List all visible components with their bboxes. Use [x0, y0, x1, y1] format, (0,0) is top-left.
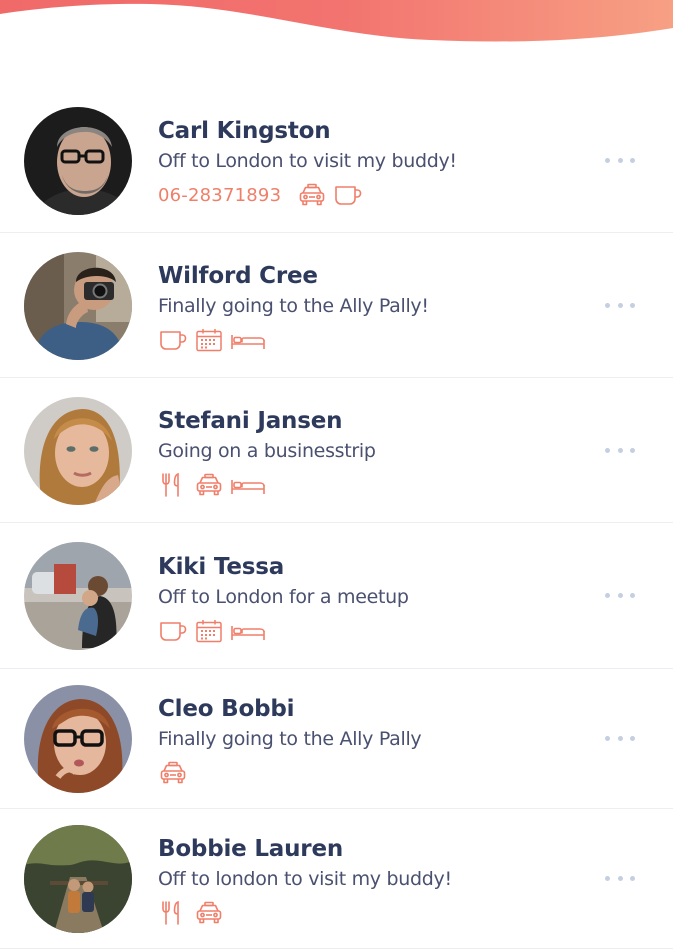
avatar — [24, 825, 132, 933]
contact-status: Off to London to visit my buddy! — [158, 150, 457, 172]
contact-row[interactable]: Kiki Tessa Off to London for a meetup — [0, 523, 673, 669]
more-options-icon[interactable] — [605, 591, 635, 601]
contact-row[interactable]: Wilford Cree Finally going to the Ally Pa… — [0, 233, 673, 378]
bed-icon — [230, 327, 266, 353]
contact-status: Finally going to the Ally Pally — [158, 728, 422, 750]
fork-knife-icon — [158, 900, 188, 926]
contact-status: Going on a businesstrip — [158, 440, 376, 462]
avatar — [24, 251, 132, 360]
phone-number[interactable]: 06-28371893 — [158, 185, 281, 206]
contact-info: Kiki Tessa Off to London for a meetup — [158, 554, 593, 644]
contact-info: Stefani Jansen Going on a businesstrip — [158, 408, 593, 498]
avatar — [24, 685, 132, 793]
taxi-icon — [194, 900, 224, 926]
more-options-icon[interactable] — [605, 734, 635, 744]
contact-row[interactable]: Carl Kingston Off to London to visit my b… — [0, 88, 673, 233]
contact-status: Finally going to the Ally Pally! — [158, 295, 429, 317]
coffee-cup-icon — [158, 618, 188, 644]
contact-name: Stefani Jansen — [158, 408, 343, 434]
header-wave-banner — [0, 0, 673, 42]
contact-info: Wilford Cree Finally going to the Ally Pa… — [158, 263, 593, 353]
taxi-icon — [297, 182, 327, 208]
bed-icon — [230, 618, 266, 644]
contact-list: Carl Kingston Off to London to visit my b… — [0, 88, 673, 949]
more-options-icon[interactable] — [605, 300, 635, 310]
more-options-icon[interactable] — [605, 155, 635, 165]
contact-status: Off to london to visit my buddy! — [158, 868, 452, 890]
avatar — [24, 106, 132, 215]
contact-name: Cleo Bobbi — [158, 696, 295, 722]
bed-icon — [230, 472, 266, 498]
contact-row[interactable]: Bobbie Lauren Off to london to visit my b… — [0, 809, 673, 949]
contact-info: Carl Kingston Off to London to visit my b… — [158, 118, 593, 208]
coffee-cup-icon — [158, 327, 188, 353]
contact-meta — [158, 327, 593, 353]
contact-row[interactable]: Cleo Bobbi Finally going to the Ally Pall… — [0, 669, 673, 809]
avatar — [24, 542, 132, 650]
contact-meta — [158, 618, 593, 644]
contact-info: Bobbie Lauren Off to london to visit my b… — [158, 836, 593, 926]
calendar-icon — [194, 327, 224, 353]
fork-knife-icon — [158, 472, 188, 498]
taxi-icon — [194, 472, 224, 498]
contact-meta — [158, 760, 593, 786]
calendar-icon — [194, 618, 224, 644]
contact-status: Off to London for a meetup — [158, 586, 409, 608]
coffee-cup-icon — [333, 182, 363, 208]
contact-meta: 06-28371893 — [158, 182, 593, 208]
taxi-icon — [158, 760, 188, 786]
contact-name: Kiki Tessa — [158, 554, 285, 580]
contact-name: Bobbie Lauren — [158, 836, 344, 862]
avatar — [24, 396, 132, 505]
contact-name: Carl Kingston — [158, 118, 331, 144]
contact-name: Wilford Cree — [158, 263, 318, 289]
more-options-icon[interactable] — [605, 445, 635, 455]
contact-info: Cleo Bobbi Finally going to the Ally Pall… — [158, 696, 593, 786]
contact-row[interactable]: Stefani Jansen Going on a businesstrip — [0, 378, 673, 523]
contact-meta — [158, 472, 593, 498]
contact-meta — [158, 900, 593, 926]
more-options-icon[interactable] — [605, 874, 635, 884]
